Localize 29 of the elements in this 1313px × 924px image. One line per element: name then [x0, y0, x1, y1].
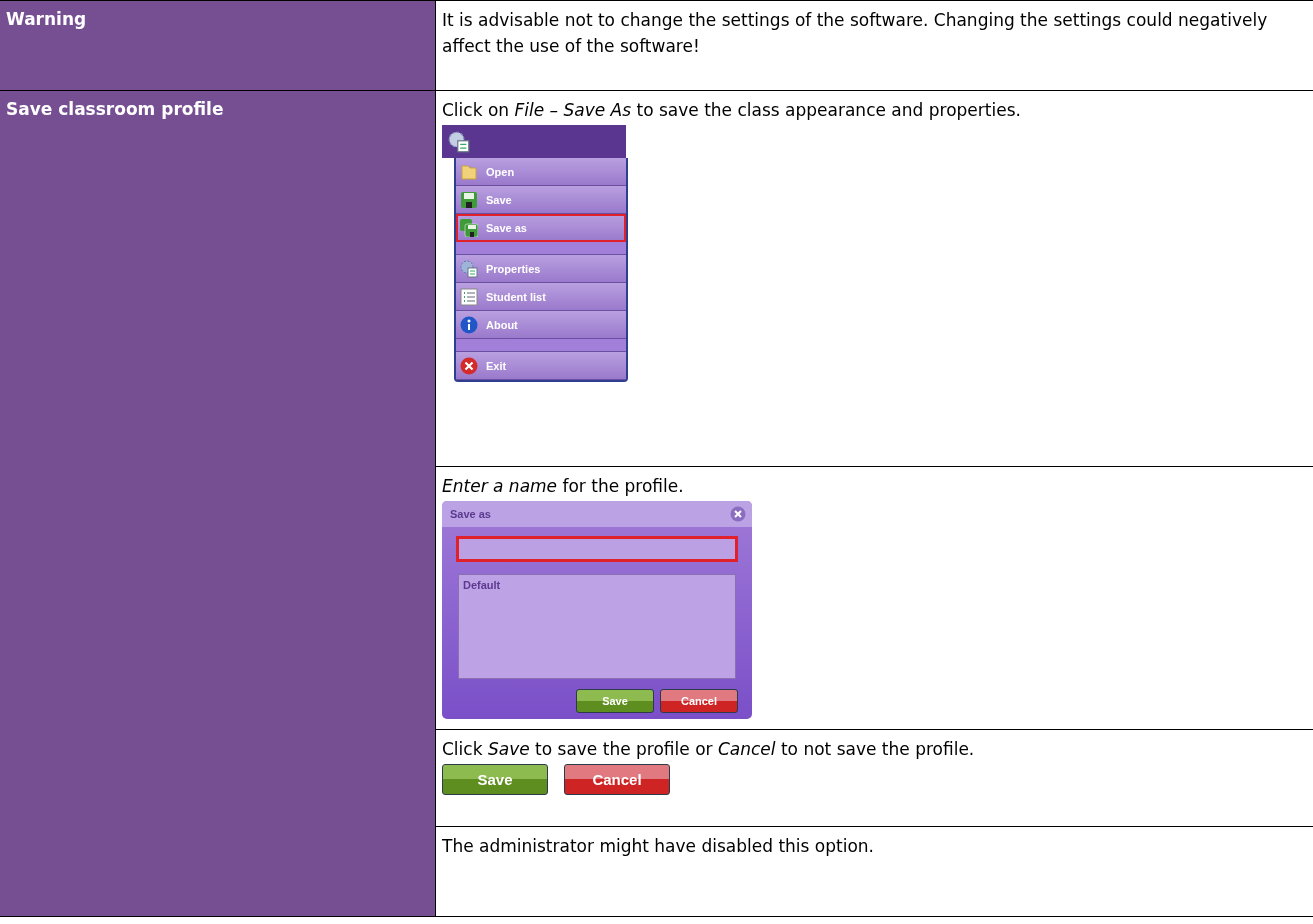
- close-icon: [460, 356, 478, 375]
- close-icon[interactable]: [730, 506, 746, 522]
- menu-item[interactable]: Exit: [456, 352, 626, 380]
- list-item[interactable]: Default: [463, 579, 731, 591]
- cancel-button[interactable]: Cancel: [564, 764, 670, 795]
- instruction-text: It is advisable not to change the settings of the software. Changing the settings could negatively affect the use of the software!: [442, 9, 1269, 58]
- dialog-title: Save as: [450, 508, 491, 520]
- instruction-text: Click Save to save the profile or Cancel to not save the profile.: [442, 738, 976, 761]
- cancel-button[interactable]: Cancel: [660, 689, 738, 713]
- info-icon: [460, 315, 478, 334]
- list-icon: [460, 287, 478, 306]
- menu-item[interactable]: Save as: [456, 214, 626, 242]
- menu-item[interactable]: About: [456, 311, 626, 339]
- instruction-text: Click on File – Save As to save the class appearance and properties.: [442, 99, 1022, 122]
- menu-item[interactable]: Student list: [456, 283, 626, 311]
- menu-item[interactable]: Open: [456, 158, 626, 186]
- name-input-field[interactable]: [456, 536, 738, 562]
- gear-checklist-icon: [460, 259, 478, 278]
- menu-item[interactable]: Properties: [456, 255, 626, 283]
- row-heading: Warning: [6, 9, 87, 29]
- instruction-text: Enter a name for the profile.: [442, 475, 685, 498]
- gear-checklist-icon[interactable]: [448, 130, 470, 153]
- folder-icon: [460, 162, 478, 181]
- row-heading: Save classroom profile: [6, 99, 224, 119]
- menu-item[interactable]: Save: [456, 186, 626, 214]
- save-button[interactable]: Save: [442, 764, 548, 795]
- instruction-text: The administrator might have disabled this option.: [442, 835, 875, 858]
- save-button[interactable]: Save: [576, 689, 654, 713]
- floppy-disks-icon: [460, 218, 478, 237]
